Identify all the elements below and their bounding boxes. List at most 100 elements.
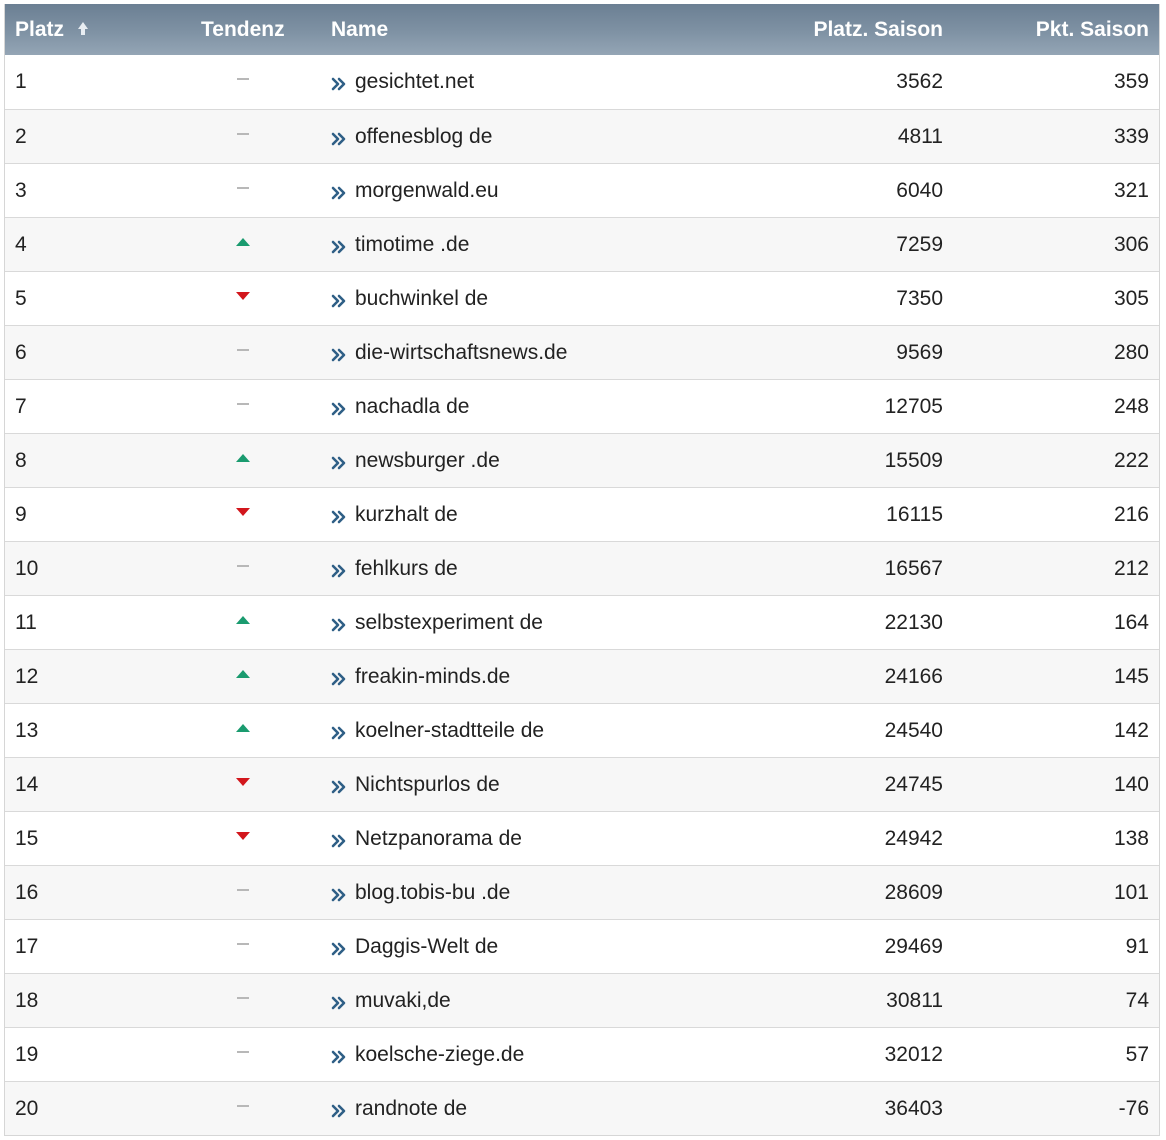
double-chevron-right-icon[interactable] [331,348,347,362]
column-header-name[interactable]: Name [331,4,388,55]
double-chevron-right-icon[interactable] [331,834,347,848]
table-row: 19 koelsche-ziege.de 32012 57 [5,1027,1159,1081]
triangle-up-icon [236,723,250,732]
double-chevron-right-icon[interactable] [331,996,347,1010]
table-header: Platz Tendenz Name Platz. Saison Pkt. Sa… [5,4,1159,55]
table-row: 16 blog.tobis-bu .de 28609 101 [5,865,1159,919]
cell-name: nachadla de [331,380,469,433]
cell-platz: 16 [15,880,39,904]
cell-tendenz [233,866,253,919]
column-header-tendenz[interactable]: Tendenz [201,4,285,55]
cell-pkt-saison: 280 [1113,340,1149,364]
triangle-down-icon [236,507,250,516]
site-name-link[interactable]: Nichtspurlos de [355,773,500,797]
cell-platz: 5 [15,286,27,310]
site-name-link[interactable]: offenesblog de [355,125,492,149]
double-chevron-right-icon[interactable] [331,888,347,902]
site-name-link[interactable]: morgenwald.eu [355,179,499,203]
triangle-down-icon [236,831,250,840]
site-name-link[interactable]: muvaki,de [355,989,451,1013]
site-name-link[interactable]: buchwinkel de [355,287,488,311]
double-chevron-right-icon[interactable] [331,186,347,200]
cell-tendenz [233,55,253,108]
cell-pkt-saison: 91 [1125,934,1149,958]
double-chevron-right-icon[interactable] [331,456,347,470]
site-name-link[interactable]: Netzpanorama de [355,827,522,851]
site-name-link[interactable]: timotime .de [355,233,469,257]
dash-icon [237,132,249,135]
site-name-link[interactable]: nachadla de [355,395,469,419]
cell-pkt-saison: 140 [1113,772,1149,796]
cell-name: randnote de [331,1082,467,1135]
dash-icon [237,564,249,567]
site-name-link[interactable]: koelsche-ziege.de [355,1043,524,1067]
table-row: 5 buchwinkel de 7350 305 [5,271,1159,325]
cell-name: selbstexperiment de [331,596,543,649]
site-name-link[interactable]: selbstexperiment de [355,611,543,635]
cell-platz: 12 [15,664,39,688]
cell-name: blog.tobis-bu .de [331,866,510,919]
cell-tendenz [233,812,253,865]
double-chevron-right-icon[interactable] [331,564,347,578]
dash-icon [237,888,249,891]
site-name-link[interactable]: Daggis-Welt de [355,935,498,959]
cell-platz: 18 [15,988,39,1012]
site-name-link[interactable]: gesichtet.net [355,70,474,94]
cell-name: die-wirtschaftsnews.de [331,326,567,379]
site-name-link[interactable]: newsburger .de [355,449,500,473]
table-row: 1 gesichtet.net 3562 359 [5,55,1159,109]
site-name-link[interactable]: koelner-stadtteile de [355,719,544,743]
cell-plaetze-saison: 12705 [884,394,943,418]
double-chevron-right-icon[interactable] [331,726,347,740]
cell-tendenz [233,434,253,487]
cell-plaetze-saison: 16567 [884,556,943,580]
double-chevron-right-icon[interactable] [331,1050,347,1064]
site-name-link[interactable]: randnote de [355,1097,467,1121]
double-chevron-right-icon[interactable] [331,77,347,91]
table-row: 14 Nichtspurlos de 24745 140 [5,757,1159,811]
triangle-up-icon [236,615,250,624]
table-row: 12 freakin-minds.de 24166 145 [5,649,1159,703]
cell-pkt-saison: 222 [1113,448,1149,472]
cell-tendenz [233,164,253,217]
cell-platz: 13 [15,718,39,742]
cell-plaetze-saison: 24166 [884,664,943,688]
cell-pkt-saison: 138 [1113,826,1149,850]
double-chevron-right-icon[interactable] [331,510,347,524]
site-name-link[interactable]: blog.tobis-bu .de [355,881,510,905]
cell-pkt-saison: 216 [1113,502,1149,526]
double-chevron-right-icon[interactable] [331,780,347,794]
double-chevron-right-icon[interactable] [331,402,347,416]
cell-pkt-saison: 339 [1113,124,1149,148]
cell-tendenz [233,326,253,379]
site-name-link[interactable]: freakin-minds.de [355,665,510,689]
cell-plaetze-saison: 32012 [884,1042,943,1066]
column-header-plaetze-saison[interactable]: Platz. Saison [813,4,943,55]
site-name-link[interactable]: fehlkurs de [355,557,458,581]
cell-plaetze-saison: 36403 [884,1096,943,1120]
cell-plaetze-saison: 22130 [884,610,943,634]
double-chevron-right-icon[interactable] [331,240,347,254]
triangle-down-icon [236,291,250,300]
triangle-up-icon [236,237,250,246]
double-chevron-right-icon[interactable] [331,294,347,308]
double-chevron-right-icon[interactable] [331,132,347,146]
column-header-pkt-saison[interactable]: Pkt. Saison [1036,4,1149,55]
double-chevron-right-icon[interactable] [331,942,347,956]
double-chevron-right-icon[interactable] [331,672,347,686]
cell-name: timotime .de [331,218,469,271]
cell-platz: 14 [15,772,39,796]
site-name-link[interactable]: die-wirtschaftsnews.de [355,341,567,365]
cell-platz: 11 [15,610,37,634]
double-chevron-right-icon[interactable] [331,1104,347,1118]
sort-up-arrow-icon[interactable] [76,21,90,38]
dash-icon [237,402,249,405]
double-chevron-right-icon[interactable] [331,618,347,632]
cell-name: gesichtet.net [331,55,474,108]
cell-name: fehlkurs de [331,542,458,595]
dash-icon [237,186,249,189]
column-header-platz[interactable]: Platz [15,4,90,55]
dash-icon [237,348,249,351]
table-row: 8 newsburger .de 15509 222 [5,433,1159,487]
site-name-link[interactable]: kurzhalt de [355,503,458,527]
